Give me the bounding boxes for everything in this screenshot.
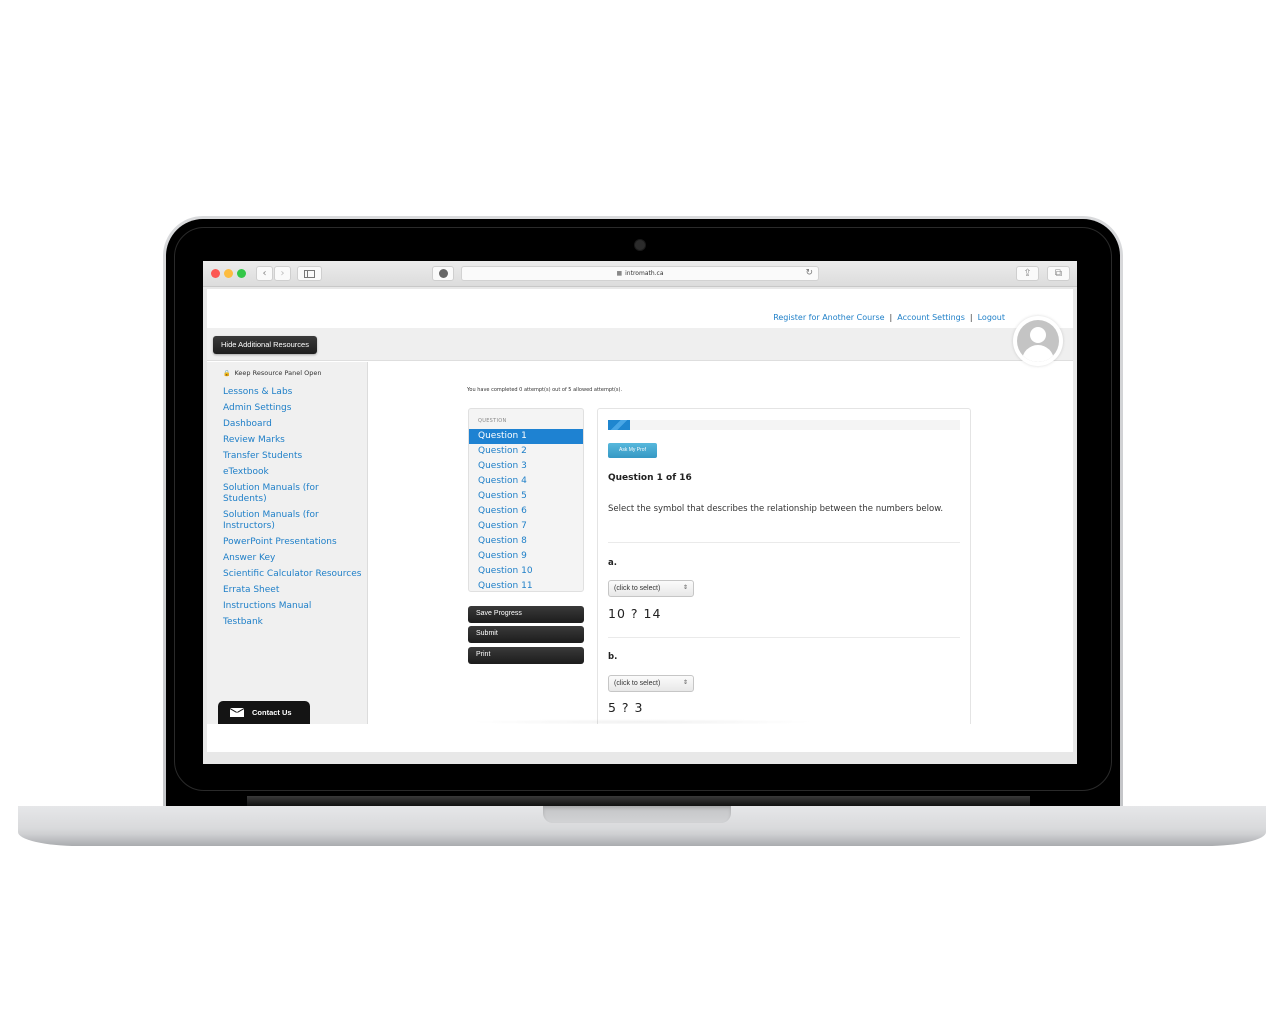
resource-link-dashboard[interactable]: Dashboard bbox=[223, 419, 363, 430]
question-nav-item[interactable]: Question 7 bbox=[469, 519, 583, 534]
keep-panel-open-toggle[interactable]: 🔒 Keep Resource Panel Open bbox=[223, 369, 321, 377]
question-nav-item[interactable]: Question 11 bbox=[469, 579, 583, 591]
select-arrows-icon: ⇕ bbox=[682, 585, 688, 591]
question-nav-item[interactable]: Question 8 bbox=[469, 534, 583, 549]
part-b-expression: 5 ? 3 bbox=[608, 700, 644, 715]
user-icon bbox=[1017, 320, 1059, 362]
quiz-progress-fill bbox=[608, 420, 630, 430]
question-nav-item[interactable]: Question 9 bbox=[469, 549, 583, 564]
contact-us-label: Contact Us bbox=[252, 708, 292, 717]
part-a-expression: 10 ? 14 bbox=[608, 606, 662, 621]
save-progress-button[interactable]: Save Progress bbox=[468, 606, 584, 623]
link-separator: | bbox=[969, 313, 973, 322]
question-prompt: Select the symbol that describes the rel… bbox=[608, 504, 944, 514]
reload-icon[interactable]: ↻ bbox=[805, 267, 813, 280]
part-a-select-value: (click to select) bbox=[614, 585, 661, 592]
select-arrows-icon: ⇕ bbox=[682, 680, 688, 686]
resource-link-solution-manuals-students[interactable]: Solution Manuals (for Students) bbox=[223, 483, 363, 505]
question-nav-item[interactable]: Question 6 bbox=[469, 504, 583, 519]
browser-toolbar: ‹ › ■ intromath.ca ↻ ⇪ ⧉ bbox=[203, 261, 1077, 287]
address-bar[interactable]: ■ intromath.ca ↻ bbox=[461, 266, 819, 281]
print-button[interactable]: Print bbox=[468, 647, 584, 664]
link-separator: | bbox=[889, 313, 893, 322]
divider bbox=[608, 637, 960, 638]
show-tabs-button[interactable]: ⧉ bbox=[1047, 266, 1070, 281]
question-nav: QUESTION Question 1 Question 2 Question … bbox=[468, 408, 584, 592]
share-button[interactable]: ⇪ bbox=[1016, 266, 1039, 281]
logout-link[interactable]: Logout bbox=[978, 313, 1005, 322]
resource-panel: 🔒 Keep Resource Panel Open Lessons & Labs… bbox=[207, 362, 368, 725]
question-nav-heading: QUESTION bbox=[478, 418, 507, 424]
question-nav-item[interactable]: Question 1 bbox=[469, 429, 583, 444]
question-nav-item[interactable]: Question 4 bbox=[469, 474, 583, 489]
page-footer-area bbox=[207, 724, 1073, 752]
account-settings-link[interactable]: Account Settings bbox=[897, 313, 965, 322]
resource-link-admin-settings[interactable]: Admin Settings bbox=[223, 403, 363, 414]
part-label-a: a. bbox=[608, 558, 617, 568]
avatar[interactable] bbox=[1013, 316, 1063, 366]
laptop-notch bbox=[543, 806, 731, 823]
resource-link-solution-manuals-instructors[interactable]: Solution Manuals (for Instructors) bbox=[223, 510, 363, 532]
part-a-select[interactable]: (click to select) ⇕ bbox=[608, 580, 694, 597]
camera-icon bbox=[634, 239, 646, 251]
web-page: Register for Another Course | Account Sett… bbox=[207, 289, 1073, 752]
register-another-course-link[interactable]: Register for Another Course bbox=[773, 313, 884, 322]
keep-open-label: Keep Resource Panel Open bbox=[234, 369, 322, 377]
browser-window: ‹ › ■ intromath.ca ↻ ⇪ ⧉ Register for Ano… bbox=[203, 261, 1077, 764]
back-button[interactable]: ‹ bbox=[256, 266, 273, 281]
question-card: Ask My Prof Question 1 of 16 Select the … bbox=[597, 408, 971, 738]
resources-bar bbox=[207, 328, 1073, 361]
contact-us-button[interactable]: Contact Us bbox=[218, 701, 310, 725]
ask-my-prof-button[interactable]: Ask My Prof bbox=[608, 443, 657, 458]
lock-icon: 🔒 bbox=[223, 370, 231, 377]
hide-resources-button[interactable]: Hide Additional Resources bbox=[213, 336, 317, 354]
resource-link-powerpoint[interactable]: PowerPoint Presentations bbox=[223, 537, 363, 548]
question-nav-item[interactable]: Question 2 bbox=[469, 444, 583, 459]
url-text: intromath.ca bbox=[625, 270, 664, 277]
resource-link-instructions-manual[interactable]: Instructions Manual bbox=[223, 601, 363, 612]
minimize-window-button[interactable] bbox=[224, 269, 233, 278]
sidebar-icon bbox=[304, 270, 315, 278]
zoom-window-button[interactable] bbox=[237, 269, 246, 278]
extension-button[interactable] bbox=[432, 266, 454, 281]
resource-link-etextbook[interactable]: eTextbook bbox=[223, 467, 363, 478]
resource-link-lessons-labs[interactable]: Lessons & Labs bbox=[223, 387, 363, 398]
show-sidebar-button[interactable] bbox=[297, 266, 322, 281]
question-nav-item[interactable]: Question 10 bbox=[469, 564, 583, 579]
avatar-body bbox=[1022, 345, 1054, 362]
resource-list: Lessons & Labs Admin Settings Dashboard … bbox=[223, 387, 363, 633]
question-nav-item[interactable]: Question 3 bbox=[469, 459, 583, 474]
part-label-b: b. bbox=[608, 652, 618, 662]
part-b-select[interactable]: (click to select) ⇕ bbox=[608, 675, 694, 692]
forward-button[interactable]: › bbox=[274, 266, 291, 281]
submit-button[interactable]: Submit bbox=[468, 626, 584, 643]
resource-link-transfer-students[interactable]: Transfer Students bbox=[223, 451, 363, 462]
resource-link-errata-sheet[interactable]: Errata Sheet bbox=[223, 585, 363, 596]
part-b-select-value: (click to select) bbox=[614, 680, 661, 687]
resource-link-review-marks[interactable]: Review Marks bbox=[223, 435, 363, 446]
laptop-hinge bbox=[247, 796, 1030, 806]
question-title: Question 1 of 16 bbox=[608, 473, 692, 483]
resource-link-scientific-calculator[interactable]: Scientific Calculator Resources bbox=[223, 569, 363, 580]
avatar-head bbox=[1030, 327, 1046, 343]
divider bbox=[608, 542, 960, 543]
grammarly-icon bbox=[438, 269, 448, 278]
resource-link-testbank[interactable]: Testbank bbox=[223, 617, 363, 628]
account-links: Register for Another Course | Account Sett… bbox=[773, 313, 1005, 322]
lock-icon: ■ bbox=[616, 270, 623, 277]
attempts-info: You have completed 0 attempt(s) out of 5… bbox=[467, 387, 623, 393]
resource-link-answer-key[interactable]: Answer Key bbox=[223, 553, 363, 564]
close-window-button[interactable] bbox=[211, 269, 220, 278]
question-nav-item[interactable]: Question 5 bbox=[469, 489, 583, 504]
quiz-progress-bar bbox=[608, 420, 960, 430]
mail-icon bbox=[230, 707, 244, 717]
